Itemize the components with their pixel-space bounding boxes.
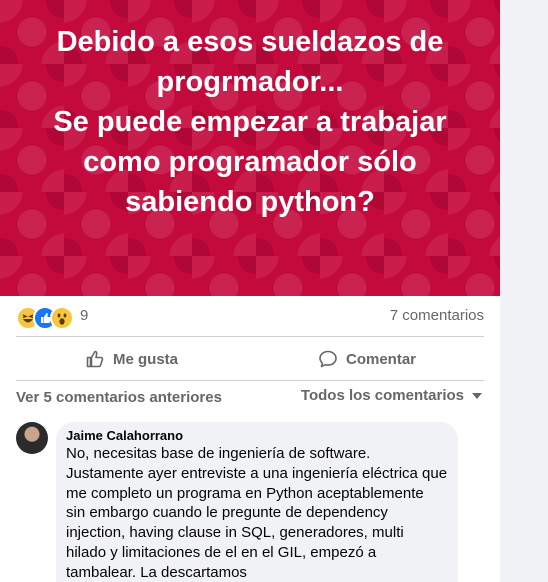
comments-filter-dropdown[interactable]: Todos los comentarios bbox=[301, 387, 482, 404]
comment-line: sin embargo cuando le pregunte de depend… bbox=[66, 504, 388, 522]
banner-line: Debido a esos sueldazos de bbox=[56, 26, 444, 58]
like-button[interactable]: Me gusta bbox=[85, 347, 178, 371]
banner-line: progrmador... bbox=[156, 66, 344, 98]
reaction-count[interactable]: 9 bbox=[80, 307, 88, 324]
banner-line: como programador sólo bbox=[83, 146, 417, 178]
comment-bubble: Jaime Calahorrano No, necesitas base de … bbox=[56, 422, 458, 582]
banner-line: Se puede empezar a trabajar bbox=[53, 106, 447, 138]
comment-line: injection, having clause in SQL, generad… bbox=[66, 524, 404, 542]
comment-label: Comentar bbox=[346, 350, 417, 368]
wow-icon bbox=[50, 306, 74, 330]
banner-line: sabiendo python? bbox=[125, 186, 375, 218]
divider bbox=[16, 336, 484, 337]
view-previous-comments-link[interactable]: Ver 5 comentarios anteriores bbox=[16, 389, 222, 406]
comment-text: No, necesitas base de ingeniería de soft… bbox=[66, 444, 448, 582]
comment-author[interactable]: Jaime Calahorrano bbox=[66, 428, 446, 444]
comment-button[interactable]: Comentar bbox=[318, 347, 416, 371]
comments-filter-label: Todos los comentarios bbox=[300, 387, 464, 404]
reaction-icons[interactable] bbox=[16, 306, 76, 330]
post-image-banner[interactable]: Debido a esos sueldazos de progrmador...… bbox=[0, 0, 500, 296]
like-label: Me gusta bbox=[113, 350, 179, 368]
caret-down-icon bbox=[472, 392, 482, 399]
comment-line: hilado y limitaciones de el en el GIL, e… bbox=[66, 543, 377, 561]
banner-text: Debido a esos sueldazos de progrmador...… bbox=[0, 22, 500, 222]
comment-line: Justamente ayer entreviste a una ingenie… bbox=[66, 464, 448, 482]
comment-line: me completo un programa en Python acepta… bbox=[66, 484, 424, 502]
comment-line: No, necesitas base de ingeniería de soft… bbox=[66, 445, 371, 462]
comment-line: tambalear. La descartamos bbox=[66, 563, 247, 581]
reactions-summary: 9 7 comentarios bbox=[16, 304, 484, 330]
comment-bubble-icon bbox=[319, 350, 337, 368]
divider bbox=[16, 380, 484, 381]
comments-count-link[interactable]: 7 comentarios bbox=[390, 307, 484, 324]
post-card: Debido a esos sueldazos de progrmador...… bbox=[0, 0, 500, 582]
thumbs-up-icon bbox=[86, 350, 104, 368]
avatar[interactable] bbox=[16, 422, 48, 454]
